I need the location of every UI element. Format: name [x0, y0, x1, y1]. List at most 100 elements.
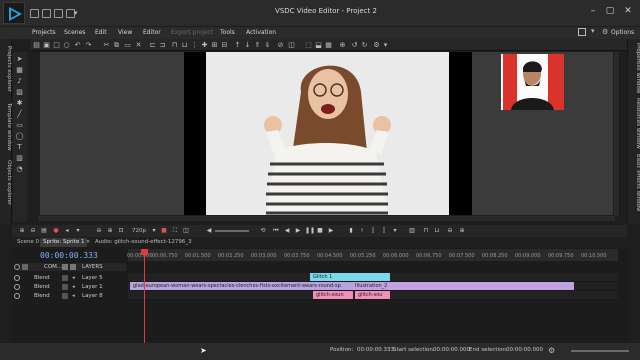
rotate-left-icon[interactable]: ↺ [350, 41, 359, 50]
move-up-icon[interactable]: ↑ [233, 41, 242, 50]
vertical-scrollbar[interactable] [614, 52, 619, 216]
tab-audio-glitch[interactable]: Audio: glitch-sound-effect-12796_3 [92, 238, 195, 247]
scene-dropdown-icon[interactable]: ▾ [74, 227, 82, 235]
tab-template-window[interactable]: Template window [0, 101, 12, 153]
menu-activation[interactable]: Activation [246, 29, 276, 36]
snapshot-icon[interactable]: ◫ [182, 227, 190, 235]
fit-icon[interactable]: ✚ [200, 41, 209, 50]
tab-resources-window[interactable]: Resources window [629, 97, 640, 149]
audio-tool-icon[interactable]: ♪ [15, 77, 24, 86]
layer-audio-icon[interactable]: ◂ [72, 283, 75, 291]
align-center-icon[interactable]: ⊐ [158, 41, 167, 50]
undo-icon[interactable]: ↶ [73, 41, 82, 50]
trim-icon[interactable]: ⟦ [369, 227, 377, 235]
blend-mode[interactable]: Blend [34, 274, 50, 282]
quick-access-dropdown-icon[interactable]: ▾ [74, 9, 78, 17]
resize-icon[interactable]: ⊟ [220, 41, 229, 50]
open-project-icon[interactable] [42, 9, 51, 18]
group-icon[interactable]: ⬚ [304, 41, 313, 50]
timeline-grid-icon[interactable]: ▥ [408, 227, 416, 235]
clip-glitch-sound-1[interactable]: glitch-soun [313, 291, 353, 299]
rotate-right-icon[interactable]: ↻ [360, 41, 369, 50]
fullscreen-icon[interactable]: ⛶ [171, 227, 179, 235]
tab-objects-explorer[interactable]: Objects explorer [0, 157, 12, 209]
status-settings-icon[interactable]: ⚙ [548, 346, 555, 355]
tab-basic-effects-window[interactable]: Basic effects window [629, 153, 640, 213]
align-left-icon[interactable]: ⊏ [148, 41, 157, 50]
blend-mode[interactable]: Blend [34, 292, 50, 300]
playhead[interactable] [144, 249, 145, 343]
layer-lock-icon[interactable] [62, 293, 68, 299]
blend-mode[interactable]: Blend [34, 283, 50, 291]
clip-glitch-sound-2[interactable]: glitch-sou [355, 291, 390, 299]
loop-icon[interactable]: ⟲ [259, 227, 267, 235]
layout-dropdown-icon[interactable]: ▾ [591, 27, 595, 35]
preview-quality-select[interactable]: 720p [132, 228, 146, 234]
layer-row[interactable]: Blend ◂ Layer 1 [14, 283, 126, 291]
snap-icon[interactable]: ⊓ [422, 227, 430, 235]
magnet-icon[interactable]: ⊔ [433, 227, 441, 235]
tab-projects-explorer[interactable]: Projects explorer [0, 41, 12, 97]
options-button[interactable]: Options [611, 29, 634, 36]
move-down-icon[interactable]: ↓ [243, 41, 252, 50]
line-tool-icon[interactable]: ╱ [15, 110, 24, 119]
cut-icon[interactable]: ✂ [102, 41, 111, 50]
rect-tool-icon[interactable]: ▭ [15, 121, 24, 130]
settings-dropdown-icon[interactable]: ▾ [381, 41, 390, 50]
menu-tools[interactable]: Tools [220, 29, 235, 36]
copy-icon[interactable]: ⧉ [112, 41, 121, 50]
menu-export-project[interactable]: Export project [171, 29, 213, 36]
timeline-zoom-in-icon[interactable]: ⊕ [458, 227, 466, 235]
app-logo-icon[interactable] [3, 2, 25, 24]
stop-icon[interactable]: ■ [316, 227, 324, 235]
quality-dropdown-icon[interactable]: ▾ [150, 227, 158, 235]
picture-in-picture-overlay[interactable] [501, 54, 564, 110]
effects-tool-icon[interactable]: ✱ [15, 99, 24, 108]
new-project-icon[interactable] [30, 9, 39, 18]
split-icon[interactable]: ⊘ [276, 41, 285, 50]
volume-slider[interactable] [215, 230, 249, 232]
preview-record-icon[interactable]: ■ [160, 227, 168, 235]
lock-icon[interactable]: ▦ [324, 41, 333, 50]
add-object-icon[interactable]: ▤ [32, 41, 41, 50]
zoom-icon[interactable]: ⊕ [338, 41, 347, 50]
distribute-icon[interactable]: ⋮ [190, 41, 199, 50]
prev-frame-icon[interactable]: ◀ [283, 227, 291, 235]
settings-icon[interactable]: ⚙ [372, 41, 381, 50]
marker-icon[interactable]: ▮ [347, 227, 355, 235]
rectangle-icon[interactable]: □ [52, 41, 61, 50]
eye-icon[interactable] [14, 293, 20, 299]
tab-close-icon[interactable]: ✕ [86, 239, 90, 245]
timeline-zoom-out-icon[interactable]: ⊖ [446, 227, 454, 235]
ellipse-icon[interactable]: ○ [62, 41, 71, 50]
gear-icon[interactable]: ⚙ [602, 28, 608, 36]
paste-icon[interactable]: ▭ [123, 41, 132, 50]
zoom-in-icon[interactable]: ⊕ [106, 227, 114, 235]
save-project-icon[interactable] [54, 9, 63, 18]
layer-row[interactable]: Blend ◂ Layer 5 [14, 274, 126, 282]
zoom-out-icon[interactable]: ⊖ [95, 227, 103, 235]
redo-icon[interactable]: ↷ [84, 41, 93, 50]
record-icon[interactable]: ● [52, 227, 60, 235]
trim-end-icon[interactable]: ⟧ [380, 227, 388, 235]
menu-edit[interactable]: Edit [95, 29, 107, 36]
add-scene-icon[interactable]: ⊕ [18, 227, 26, 235]
zoom-slider[interactable] [571, 350, 629, 352]
layer-lock-icon[interactable] [62, 284, 68, 290]
eye-icon[interactable] [14, 275, 20, 281]
menu-editor[interactable]: Editor [143, 29, 161, 36]
close-icon[interactable]: ✕ [621, 5, 635, 17]
text-tool-icon[interactable]: T [15, 143, 24, 152]
clip-glitch-1[interactable]: Glitch 1 [310, 273, 390, 281]
tab-sprite-1[interactable]: Sprite: Sprite 1 [40, 238, 88, 247]
speech-bubble-icon[interactable]: ◔ [15, 165, 24, 174]
tab-properties-window[interactable]: Properties window [629, 42, 640, 94]
clip-illustration[interactable]: Illustration_2 [352, 282, 574, 290]
lock-all-icon[interactable] [62, 264, 68, 270]
delete-icon[interactable]: ✕ [134, 41, 143, 50]
minimize-icon[interactable]: – [586, 5, 600, 17]
mute-icon[interactable]: ◂ [63, 227, 71, 235]
chart-tool-icon[interactable]: ▥ [15, 154, 24, 163]
volume-icon[interactable]: ◀ [205, 227, 213, 235]
layer-row[interactable]: Blend ◂ Layer 8 [14, 292, 126, 300]
